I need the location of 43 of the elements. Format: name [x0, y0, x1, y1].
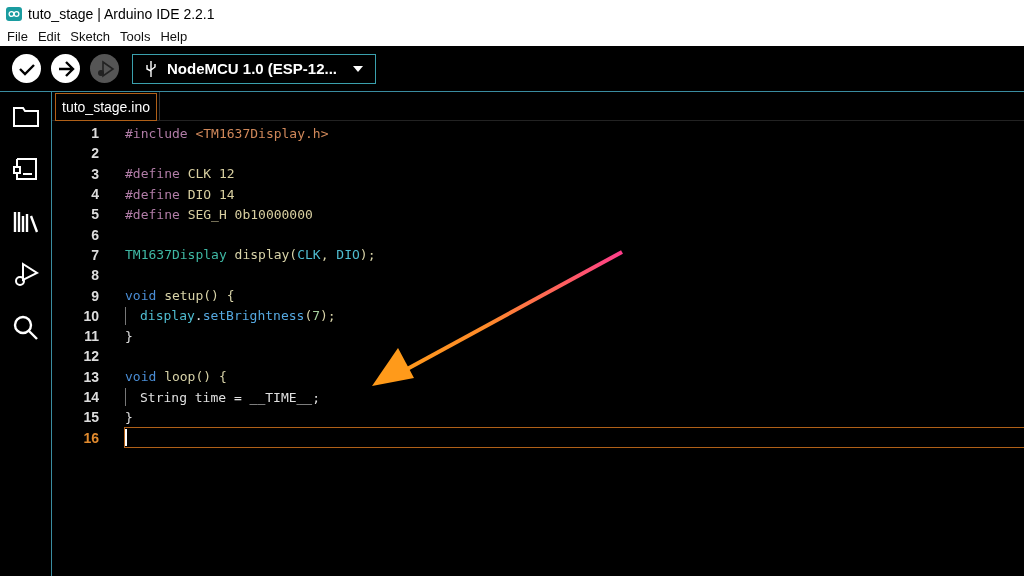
- code-line: void setup() {: [125, 288, 235, 303]
- app-icon: [6, 6, 22, 21]
- menu-item[interactable]: Tools: [115, 29, 156, 44]
- line-number: 2: [90, 145, 99, 162]
- line-number: 5: [90, 206, 99, 223]
- line-number: 16: [82, 429, 99, 446]
- usb-icon: [145, 59, 157, 78]
- code-line: #define DIO 14: [125, 186, 235, 202]
- code-line: #define CLK 12: [125, 166, 235, 182]
- menu-item[interactable]: File: [2, 29, 33, 44]
- line-number: 6: [90, 226, 99, 243]
- line-number: 9: [90, 287, 99, 304]
- caret-icon: [353, 65, 363, 72]
- code-line: #define SEG_H 0b10000000: [125, 206, 313, 222]
- line-number: 8: [90, 267, 99, 284]
- search-icon[interactable]: [11, 314, 40, 342]
- verify-button[interactable]: [12, 54, 41, 83]
- code-line: String time = __TIME__;: [140, 389, 320, 405]
- menu-item[interactable]: Help: [155, 29, 193, 44]
- text-cursor: [125, 429, 127, 447]
- menu-item[interactable]: Edit: [32, 29, 66, 44]
- code-line: TM1637Display display(CLK, DIO);: [125, 247, 376, 263]
- line-number: 13: [82, 368, 99, 385]
- line-number: 1: [90, 125, 99, 142]
- line-number: 11: [83, 328, 99, 345]
- line-number: 7: [90, 246, 99, 263]
- board-selector[interactable]: NodeMCU 1.0 (ESP-12...: [132, 53, 376, 84]
- line-number: 12: [82, 348, 99, 365]
- upload-button[interactable]: [51, 54, 80, 83]
- code-line: }: [125, 409, 133, 425]
- line-number: 3: [90, 165, 99, 182]
- window-title: tuto_stage | Arduino IDE 2.2.1: [28, 5, 215, 22]
- code-line: void loop() {: [125, 369, 227, 385]
- code-line: display.setBrightness(7);: [140, 308, 336, 324]
- line-number: 4: [90, 186, 99, 203]
- line-number: 10: [82, 307, 99, 324]
- code-line: }: [125, 328, 133, 344]
- code-line: #include <TM1637Display.h>: [125, 125, 329, 141]
- board-icon[interactable]: [11, 155, 40, 183]
- file-tab[interactable]: tuto_stage.ino: [55, 93, 157, 121]
- line-number: 14: [82, 389, 99, 405]
- line-number: 15: [82, 409, 99, 426]
- menu-item[interactable]: Sketch: [65, 29, 116, 44]
